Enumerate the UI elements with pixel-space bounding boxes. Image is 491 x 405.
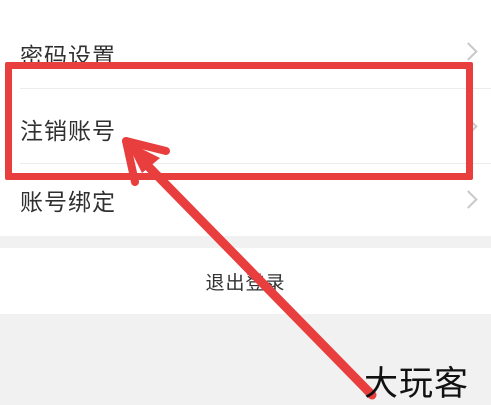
arrow-shaft <box>137 155 377 400</box>
watermark-logo: 大玩客 <box>364 364 469 404</box>
annotation-arrow <box>122 137 377 400</box>
